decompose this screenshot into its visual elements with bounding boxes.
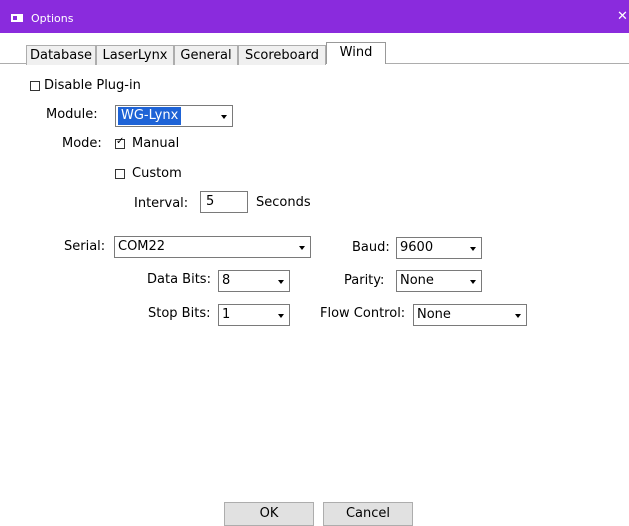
- chevron-down-icon: [515, 314, 521, 318]
- title-bar: Options ✕: [0, 0, 629, 33]
- manual-label: Manual: [132, 136, 180, 151]
- disable-plugin-checkbox[interactable]: [30, 81, 40, 91]
- dialog-client: Database LaserLynx General Scoreboard Wi…: [0, 33, 629, 526]
- baud-label: Baud:: [352, 240, 390, 255]
- parity-select[interactable]: None: [396, 270, 482, 292]
- interval-value: 5: [206, 194, 215, 209]
- close-icon[interactable]: ✕: [617, 9, 629, 25]
- module-select[interactable]: WG-Lynx: [115, 105, 233, 127]
- app-icon: [11, 14, 23, 22]
- cancel-button[interactable]: Cancel: [323, 502, 413, 526]
- chevron-down-icon: [470, 247, 476, 251]
- data-bits-label: Data Bits:: [147, 272, 211, 287]
- chevron-down-icon: [470, 280, 476, 284]
- serial-select[interactable]: COM22: [114, 236, 311, 258]
- mode-label: Mode:: [62, 136, 102, 151]
- baud-select[interactable]: 9600: [396, 237, 482, 259]
- custom-label: Custom: [132, 166, 182, 181]
- ok-button[interactable]: OK: [224, 502, 314, 526]
- custom-checkbox[interactable]: [115, 169, 125, 179]
- manual-checkbox[interactable]: [115, 136, 125, 149]
- chevron-down-icon: [278, 280, 284, 284]
- tab-database[interactable]: Database: [26, 45, 96, 65]
- tab-laserlynx[interactable]: LaserLynx: [96, 45, 174, 65]
- stop-bits-label: Stop Bits:: [148, 306, 211, 321]
- tab-wind[interactable]: Wind: [326, 42, 386, 64]
- chevron-down-icon: [299, 246, 305, 250]
- stop-bits-value: 1: [222, 307, 231, 322]
- flow-control-value: None: [417, 307, 451, 322]
- disable-plugin-label: Disable Plug-in: [44, 78, 141, 93]
- parity-label: Parity:: [344, 273, 385, 288]
- flow-control-label: Flow Control:: [320, 306, 406, 321]
- tab-general[interactable]: General: [174, 45, 238, 65]
- interval-label: Interval:: [134, 196, 189, 211]
- serial-value: COM22: [118, 239, 166, 254]
- serial-label: Serial:: [64, 239, 106, 254]
- module-label: Module:: [46, 107, 98, 122]
- module-value: WG-Lynx: [118, 107, 182, 125]
- data-bits-select[interactable]: 8: [218, 270, 290, 292]
- stop-bits-select[interactable]: 1: [218, 304, 290, 326]
- chevron-down-icon: [221, 115, 227, 119]
- data-bits-value: 8: [222, 273, 231, 288]
- interval-input[interactable]: 5: [200, 191, 248, 213]
- flow-control-select[interactable]: None: [413, 304, 527, 326]
- tab-scoreboard[interactable]: Scoreboard: [238, 45, 326, 65]
- chevron-down-icon: [278, 314, 284, 318]
- window-title: Options: [31, 12, 74, 25]
- interval-unit: Seconds: [256, 195, 311, 210]
- parity-value: None: [400, 273, 434, 288]
- baud-value: 9600: [400, 240, 434, 255]
